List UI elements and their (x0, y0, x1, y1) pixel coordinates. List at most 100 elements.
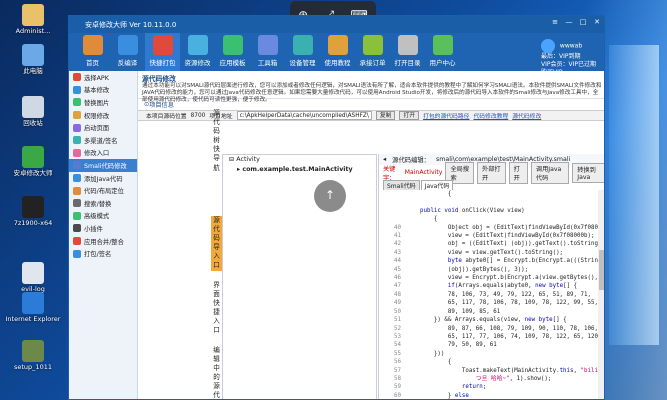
desktop-icon-image (22, 96, 44, 118)
source-tree: ⊟ Activity ▸ com.example.test.MainActivi… (222, 154, 377, 399)
toolbar-item[interactable]: 工具箱 (250, 33, 285, 71)
desktop-icon-image (22, 146, 44, 168)
nav-item-label: 搜索/替换 (84, 200, 112, 208)
code-area[interactable]: 40 41 42 43 44 45 46 47 48 49 50 51 52 5… (379, 190, 604, 399)
toolbar-label: 首页 (86, 59, 99, 67)
main-panel: 源代码修改 通过本功能可以对SMALI源代码层面进行修改，您可以添加或者修改任何… (138, 71, 604, 399)
nav-item-label: 权限修改 (84, 112, 110, 120)
source-size-label: 本项目源码位置 (146, 114, 187, 120)
toolbar-item[interactable]: 应用模板 (215, 33, 250, 71)
nav-item[interactable]: 代码/布局定位 (69, 184, 137, 197)
project-dir-field[interactable]: c:\ApkHelperData\cache\uncompiled\ASHFZ\ (236, 111, 372, 120)
desktop-icons: Administ... 此电脑回收站安卓修改大师 7z1900-x64 evil-lo… (0, 0, 68, 400)
title-bar: 安卓修改大师 Ver 10.11.0.0 ≡ — □ ✕ (69, 16, 604, 33)
nav-item[interactable]: 权限修改 (69, 109, 137, 122)
tab-java[interactable]: Java代码 (420, 180, 454, 190)
nav-item[interactable]: 基本修改 (69, 84, 137, 97)
user-status: 最后：VIP到期 (541, 53, 581, 60)
toolbar-icon (117, 35, 138, 55)
main-toolbar: 首页 反编译 快捷打包 资源修改 应用模板 工具箱 设备管理 使用教程 承接订单 打开目录 用户中心… (69, 33, 604, 76)
desktop-icon-image (22, 4, 44, 26)
toolbar-icon (82, 35, 103, 55)
nav-item-icon (73, 199, 81, 208)
quick-entry-label[interactable]: 界面快捷入口 (211, 281, 222, 336)
user-avatar-icon (541, 39, 555, 53)
nav-item[interactable]: 替换图片 (69, 96, 137, 109)
desktop-icon[interactable]: 安卓修改大师 (2, 146, 64, 177)
desktop-icon-image (22, 44, 44, 66)
nav-item[interactable]: 多渠道/签名 (69, 134, 137, 147)
keyword-label: 关键字： (383, 165, 396, 182)
nav-item-label: 代码/布局定位 (84, 188, 124, 196)
desktop-icon[interactable]: 此电脑 (2, 44, 64, 75)
minimize-icon[interactable]: — (565, 18, 573, 26)
wallpaper-window-shape (609, 45, 659, 345)
toolbar-item[interactable]: 快捷打包 (145, 33, 180, 71)
nav-item-label: 多渠道/签名 (84, 137, 118, 145)
scroll-thumb[interactable] (599, 250, 604, 290)
convert-java-button[interactable]: 转换到Java (572, 162, 604, 183)
maximize-icon[interactable]: □ (579, 18, 587, 26)
toolbar-item[interactable]: 反编译 (110, 33, 145, 71)
nav-item-icon (73, 237, 81, 246)
toolbar-icon (222, 35, 243, 55)
module-title: 源代码修改 (142, 75, 176, 83)
toolbar-icon (362, 35, 383, 55)
open-button[interactable]: 打开 (399, 111, 420, 120)
close-icon[interactable]: ✕ (593, 18, 601, 26)
toolbar-label: 应用模板 (219, 59, 246, 67)
desktop-icon[interactable]: 7z1900-x64 (2, 196, 64, 227)
desktop-icon-image (22, 262, 44, 284)
nav-item-icon (73, 211, 81, 220)
nav-item[interactable]: 启动页面 (69, 121, 137, 134)
packed-source-link[interactable]: 打包的源代码路径 (423, 111, 469, 120)
open-button-2[interactable]: 打开 (508, 161, 528, 184)
nav-item[interactable]: Smali代码修改 (69, 159, 137, 172)
tree-node-mainactivity[interactable]: ▸ com.example.test.MainActivity (223, 165, 376, 175)
tab-smali[interactable]: Smali代码 (383, 180, 420, 190)
nav-item-icon (73, 224, 81, 233)
toolbar-item[interactable]: 资源修改 (180, 33, 215, 71)
toolbar-label: 反编译 (117, 59, 138, 67)
nav-item[interactable]: 打包/签名 (69, 247, 137, 260)
touch-cursor-icon[interactable]: ↑ (314, 180, 346, 212)
tutorial-link[interactable]: 代码修改教程 (473, 111, 508, 120)
nav-item[interactable]: 高级模式 (69, 210, 137, 223)
toolbar-item[interactable]: 首页 (75, 33, 110, 71)
toolbar-item[interactable]: 用户中心 (425, 33, 460, 71)
nav-item[interactable]: 小插件 (69, 222, 137, 235)
toolbar-item[interactable]: 使用教程 (320, 33, 355, 71)
desktop-icon[interactable]: Administ... (2, 4, 64, 35)
nav-item-label: 应用合并/整合 (84, 238, 124, 246)
nav-item-label: 选择APK (84, 74, 109, 82)
external-open-button[interactable]: 外部打开 (477, 161, 506, 184)
nav-item[interactable]: 应用合并/整合 (69, 235, 137, 248)
desktop-icon-label: 7z1900-x64 (13, 219, 53, 227)
nav-item[interactable]: 搜索/替换 (69, 197, 137, 210)
collapse-icon[interactable]: ◂ (383, 156, 386, 163)
tree-node-activity[interactable]: ⊟ Activity (223, 155, 376, 165)
import-entry-label[interactable]: 源代码导入口 (211, 216, 222, 271)
project-info-label: 项目信息 (149, 102, 174, 109)
toolbar-label: 打开目录 (394, 59, 421, 67)
toolbar-item[interactable]: 承接订单 (355, 33, 390, 71)
copy-button[interactable]: 复制 (375, 111, 396, 120)
tree-nav-label: 源代码树快导航 (213, 109, 220, 172)
vertical-scrollbar[interactable] (598, 190, 604, 399)
nav-item[interactable]: 修改入口 (69, 147, 137, 160)
toolbar-item[interactable]: 打开目录 (390, 33, 425, 71)
source-edit-link[interactable]: 源代码修改 (512, 111, 541, 120)
desktop-icon[interactable]: setup_1011 (2, 340, 64, 371)
call-java-button[interactable]: 调用Java代码 (530, 161, 570, 184)
toolbar-item[interactable]: 设备管理 (285, 33, 320, 71)
desktop-icon[interactable]: Internet Explorer (2, 292, 64, 323)
nav-item[interactable]: 选择APK (69, 71, 137, 84)
desktop-icon-image (22, 340, 44, 362)
desktop-icon[interactable]: 回收站 (2, 96, 64, 127)
nav-item-label: 小插件 (84, 225, 103, 233)
menu-icon[interactable]: ≡ (551, 18, 559, 26)
desktop-icon[interactable]: evil-log (2, 262, 64, 293)
keyword-value[interactable]: MainActivity (405, 169, 443, 176)
nav-item-label: 修改入口 (84, 150, 110, 158)
nav-item[interactable]: 添加Java代码 (69, 172, 137, 185)
